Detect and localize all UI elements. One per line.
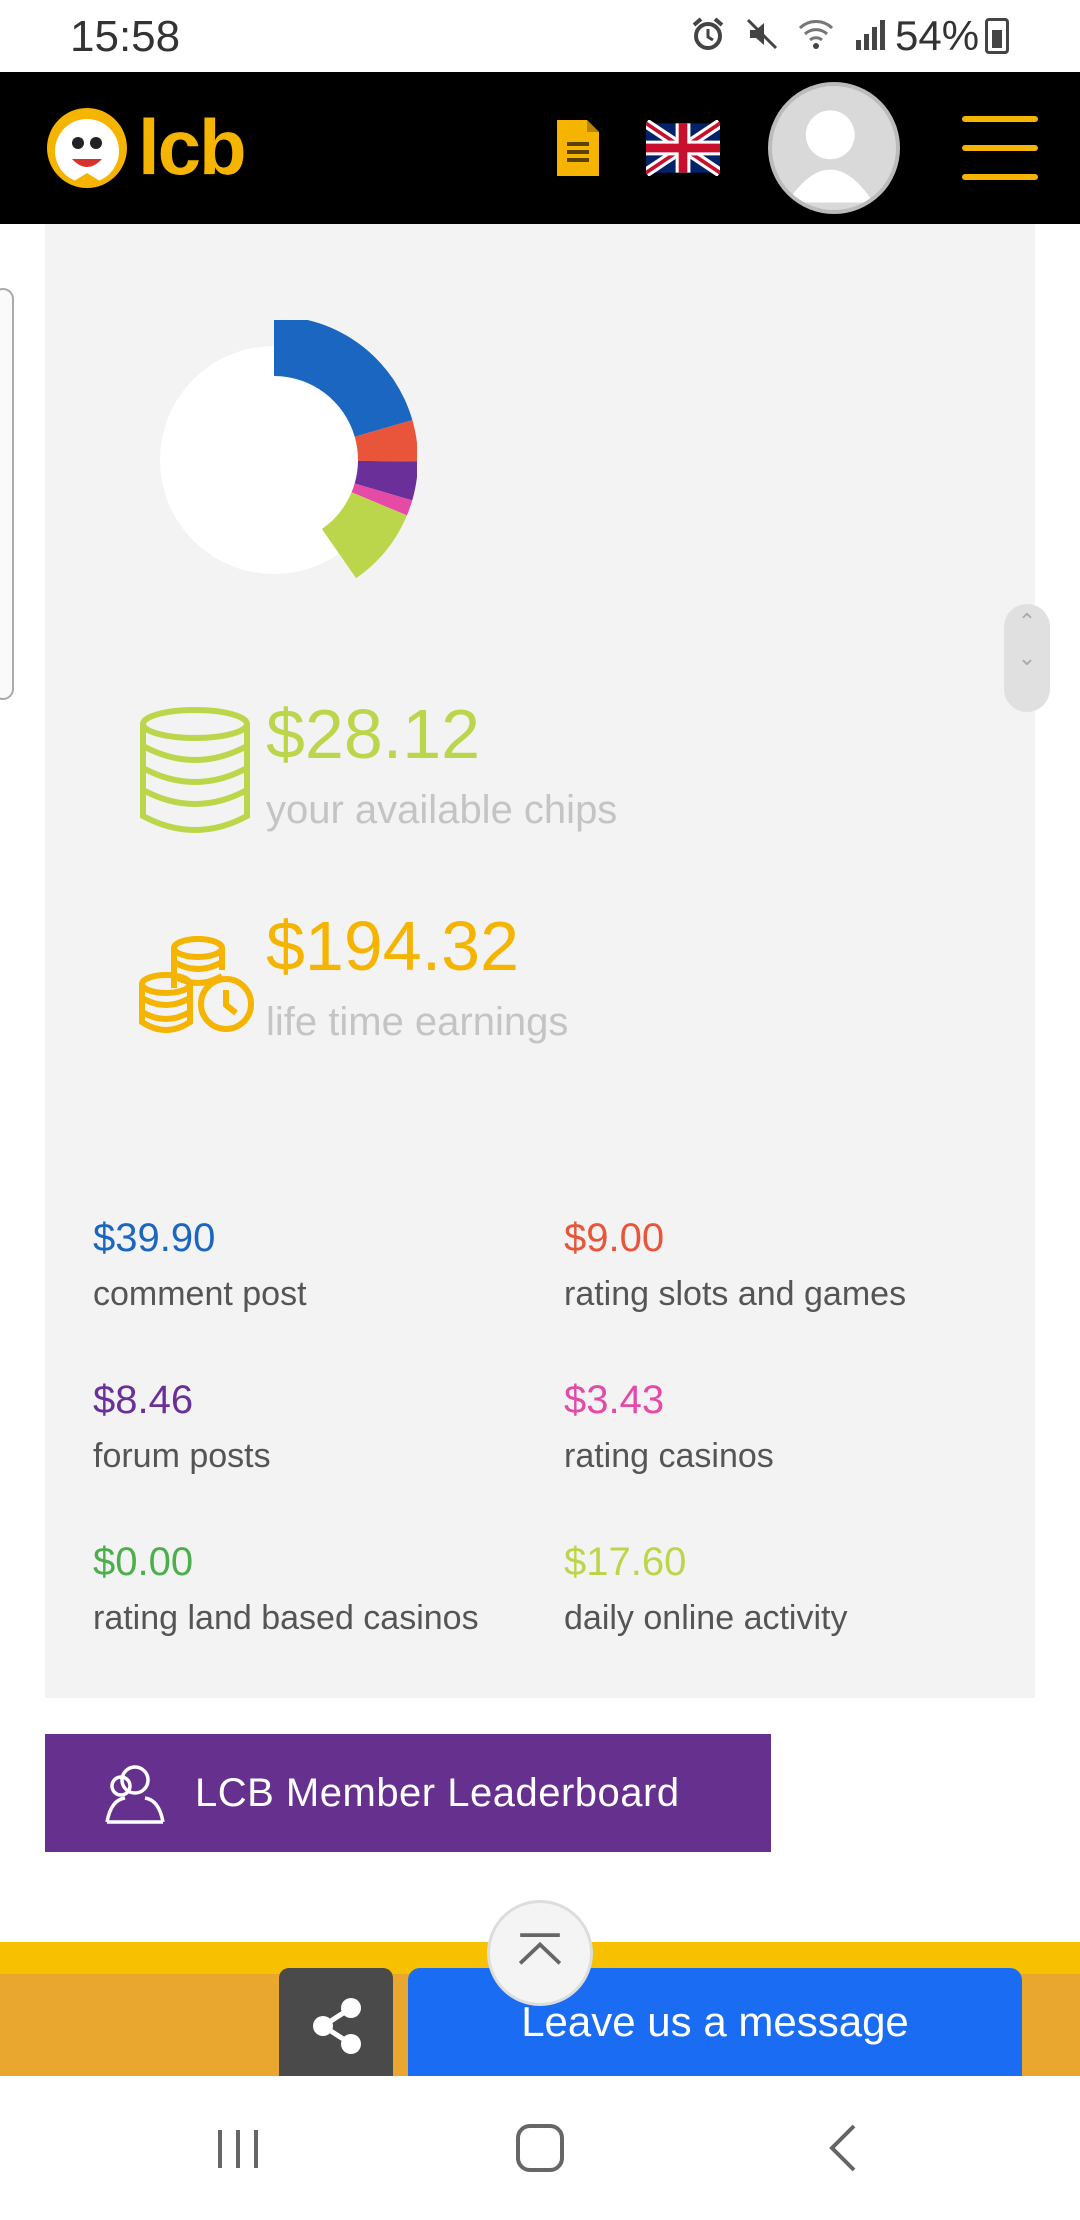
battery-icon [985, 18, 1009, 54]
lifetime-earnings-amount: $194.32 [266, 907, 520, 985]
chips-stack-icon [140, 707, 250, 833]
lcb-logo[interactable]: lcb [42, 102, 247, 193]
available-chips-amount: $28.12 [266, 695, 481, 773]
leaderboard-label: LCB Member Leaderboard [195, 1770, 680, 1815]
stat-label: daily online activity [564, 1599, 848, 1637]
scroll-to-top-icon [518, 1933, 562, 1965]
scroll-widget[interactable]: ⌃ ⌄ [1004, 604, 1050, 712]
status-time: 15:58 [70, 12, 181, 61]
stat-amount: $17.60 [564, 1540, 687, 1584]
chevron-up-icon[interactable]: ⌃ [1004, 604, 1050, 640]
member-icon [105, 1765, 165, 1824]
back-icon[interactable] [808, 2112, 880, 2184]
stat-rating-slots: $9.00 rating slots and games [564, 1216, 906, 1314]
site-header: lcb [0, 72, 1080, 224]
mute-icon [746, 18, 778, 50]
user-avatar-icon [787, 110, 874, 203]
stat-forum-posts: $8.46 forum posts [93, 1378, 271, 1476]
stat-comment-post: $39.90 comment post [93, 1216, 307, 1314]
lifetime-earnings-label: life time earnings [266, 1000, 569, 1044]
status-icons [690, 16, 888, 52]
stat-daily-activity: $17.60 daily online activity [564, 1540, 847, 1638]
user-avatar[interactable] [768, 82, 900, 214]
stat-label: comment post [93, 1275, 307, 1313]
mascot-icon [47, 107, 127, 188]
stat-amount: $0.00 [93, 1540, 194, 1584]
earnings-donut-chart [160, 320, 417, 579]
status-bar: 15:58 54% [0, 0, 1080, 72]
coins-clock-icon [139, 936, 254, 1033]
home-icon[interactable] [504, 2112, 576, 2184]
recent-apps-icon[interactable] [202, 2112, 274, 2184]
stat-label: rating land based casinos [93, 1599, 479, 1637]
share-button[interactable] [279, 1968, 393, 2076]
wifi-icon [798, 20, 834, 49]
leaderboard-button[interactable]: LCB Member Leaderboard [45, 1734, 771, 1852]
stat-label: rating slots and games [564, 1275, 907, 1313]
stat-amount: $9.00 [564, 1216, 665, 1260]
share-icon [313, 1998, 361, 2054]
stat-label: rating casinos [564, 1437, 774, 1475]
stat-amount: $3.43 [564, 1378, 665, 1422]
document-icon[interactable] [555, 118, 601, 178]
uk-flag-icon[interactable] [646, 120, 720, 176]
side-drawer-handle[interactable] [0, 288, 14, 700]
stat-land-based: $0.00 rating land based casinos [93, 1540, 479, 1638]
logo-text: lcb [138, 103, 247, 191]
stat-amount: $39.90 [93, 1216, 216, 1260]
scroll-to-top-button[interactable] [487, 1900, 593, 2006]
available-chips-label: your available chips [266, 788, 618, 832]
battery-percentage: 54% [895, 12, 980, 59]
stat-amount: $8.46 [93, 1378, 194, 1422]
stat-rating-casinos: $3.43 rating casinos [564, 1378, 774, 1476]
signal-icon [856, 20, 885, 50]
stat-label: forum posts [93, 1437, 271, 1475]
screen: 15:58 54% lcb ⌃ ⌄ $28.12 your available … [0, 0, 1080, 2220]
leave-message-label: Leave us a message [521, 1998, 909, 2045]
system-nav-bar [0, 2076, 1080, 2220]
hamburger-menu-icon[interactable] [962, 116, 1038, 180]
alarm-icon [692, 17, 724, 50]
chevron-down-icon[interactable]: ⌄ [1004, 640, 1050, 676]
